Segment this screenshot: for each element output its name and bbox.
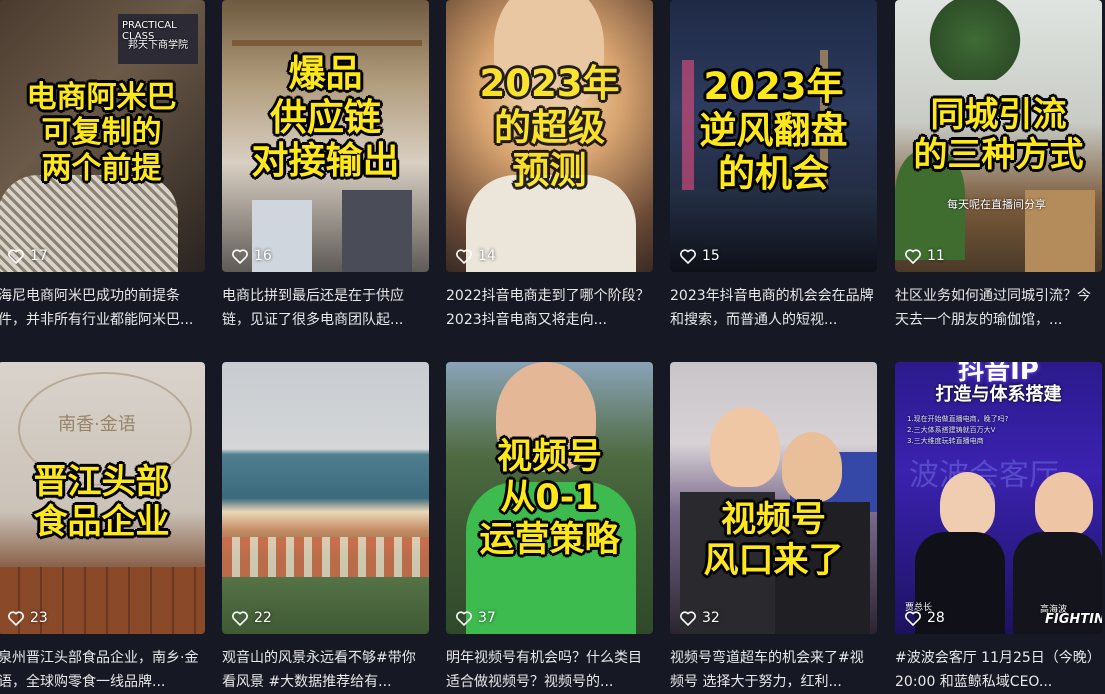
video-thumbnail[interactable]: 2023年 逆风翻盘 的机会 15: [670, 0, 877, 272]
video-thumbnail[interactable]: 抖音IP 打造与体系搭建 1.现在开始做直播电商，晚了吗? 2.三大体系搭建铸就…: [895, 362, 1102, 634]
thumbnail-title: 晋江头部 食品企业: [33, 462, 170, 543]
thumbnail-title: 视频号 风口来了: [703, 500, 844, 582]
video-description[interactable]: 泉州晋江头部食品企业，南乡·金语，全球购零食一线品牌...: [0, 646, 205, 694]
heart-icon: [456, 610, 472, 626]
video-card[interactable]: PRACTICAL CLASS 邦天下商学院 电商阿米巴 可复制的 两个前提 1…: [0, 0, 205, 332]
thumbnail-title: 电商阿米巴 可复制的 两个前提: [26, 80, 177, 186]
video-description[interactable]: #波波会客厅 11月25日（今晚）20:00 和蓝鲸私域CEO...: [895, 646, 1102, 694]
video-card[interactable]: 22 观音山的风景永远看不够#带你看风景 #大数据推荐给有...: [222, 362, 429, 694]
heart-icon: [905, 248, 921, 264]
video-card[interactable]: 视频号 风口来了 32 视频号弯道超车的机会来了#视频号 选择大于努力，红利..…: [670, 362, 877, 694]
video-card[interactable]: 同城引流 的三种方式 每天呢在直播间分享 11 社区业务如何通过同城引流？今天去…: [895, 0, 1102, 332]
video-thumbnail[interactable]: 2023年 的超级 预测 14: [446, 0, 653, 272]
heart-icon: [232, 610, 248, 626]
like-count: 16: [232, 248, 272, 264]
like-count: 15: [680, 248, 720, 264]
poster-item: 3.三大维度玩转直播电商: [907, 437, 984, 445]
video-card[interactable]: 南香·金语 晋江头部 食品企业 23 泉州晋江头部食品企业，南乡·金语，全球购零…: [0, 362, 205, 694]
video-thumbnail[interactable]: 视频号 从0-1 运营策略 37: [446, 362, 653, 634]
like-count: 28: [905, 610, 945, 626]
video-card[interactable]: 爆品 供应链 对接输出 16 电商比拼到最后还是在于供应链，见证了很多电商团队起…: [222, 0, 429, 332]
video-card[interactable]: 抖音IP 打造与体系搭建 1.现在开始做直播电商，晚了吗? 2.三大体系搭建铸就…: [895, 362, 1102, 694]
video-card[interactable]: 视频号 从0-1 运营策略 37 明年视频号有机会吗？什么类目适合做视频号？视频…: [446, 362, 653, 694]
fighting-text: FIGHTING!: [1045, 612, 1102, 627]
thumbnail-title: 2023年 的超级 预测: [479, 62, 620, 193]
heart-icon: [8, 610, 24, 626]
like-count: 17: [8, 248, 48, 264]
thumbnail-title: 视频号 从0-1 运营策略: [479, 437, 620, 560]
video-description[interactable]: 2022抖音电商走到了哪个阶段？2023抖音电商又将走向...: [446, 284, 653, 332]
poster-title: 抖音IP: [958, 362, 1039, 386]
heart-icon: [8, 248, 24, 264]
video-description[interactable]: 明年视频号有机会吗？什么类目适合做视频号？视频号的...: [446, 646, 653, 694]
heart-icon: [456, 248, 472, 264]
video-thumbnail[interactable]: 爆品 供应链 对接输出 16: [222, 0, 429, 272]
video-description[interactable]: 社区业务如何通过同城引流？今天去一个朋友的瑜伽馆，...: [895, 284, 1102, 332]
thumbnail-title: 同城引流 的三种方式: [913, 95, 1084, 176]
video-description[interactable]: 观音山的风景永远看不够#带你看风景 #大数据推荐给有...: [222, 646, 429, 694]
video-description[interactable]: 视频号弯道超车的机会来了#视频号 选择大于努力，红利...: [670, 646, 877, 694]
video-description[interactable]: 电商比拼到最后还是在于供应链，见证了很多电商团队起...: [222, 284, 429, 332]
video-card[interactable]: 2023年 的超级 预测 14 2022抖音电商走到了哪个阶段？2023抖音电商…: [446, 0, 653, 332]
like-count: 37: [456, 610, 496, 626]
video-thumbnail[interactable]: 南香·金语 晋江头部 食品企业 23: [0, 362, 205, 634]
video-thumbnail[interactable]: PRACTICAL CLASS 邦天下商学院 电商阿米巴 可复制的 两个前提 1…: [0, 0, 205, 272]
video-description[interactable]: 2023年抖音电商的机会会在品牌和搜索，而普通人的短视...: [670, 284, 877, 332]
wall-text: 南香·金语: [58, 414, 136, 435]
video-thumbnail[interactable]: 同城引流 的三种方式 每天呢在直播间分享 11: [895, 0, 1102, 272]
poster-item: 2.三大体系搭建铸就百万大V: [907, 426, 996, 434]
video-card[interactable]: 2023年 逆风翻盘 的机会 15 2023年抖音电商的机会会在品牌和搜索，而普…: [670, 0, 877, 332]
like-count: 32: [680, 610, 720, 626]
live-caption: 每天呢在直播间分享: [947, 198, 1046, 211]
heart-icon: [680, 248, 696, 264]
like-count: 14: [456, 248, 496, 264]
poster-item: 1.现在开始做直播电商，晚了吗?: [907, 415, 1009, 423]
video-description[interactable]: 海尼电商阿米巴成功的前提条件，并非所有行业都能阿米巴...: [0, 284, 205, 332]
video-thumbnail[interactable]: 22: [222, 362, 429, 634]
poster-subtitle: 打造与体系搭建: [935, 384, 1062, 405]
like-count: 22: [232, 610, 272, 626]
class-sign: 邦天下商学院: [128, 40, 188, 51]
video-thumbnail[interactable]: 视频号 风口来了 32: [670, 362, 877, 634]
heart-icon: [232, 248, 248, 264]
like-count: 11: [905, 248, 945, 264]
heart-icon: [905, 610, 921, 626]
like-count: 23: [8, 610, 48, 626]
thumbnail-title: 爆品 供应链 对接输出: [251, 52, 400, 183]
thumbnail-title: 2023年 逆风翻盘 的机会: [699, 65, 848, 196]
heart-icon: [680, 610, 696, 626]
